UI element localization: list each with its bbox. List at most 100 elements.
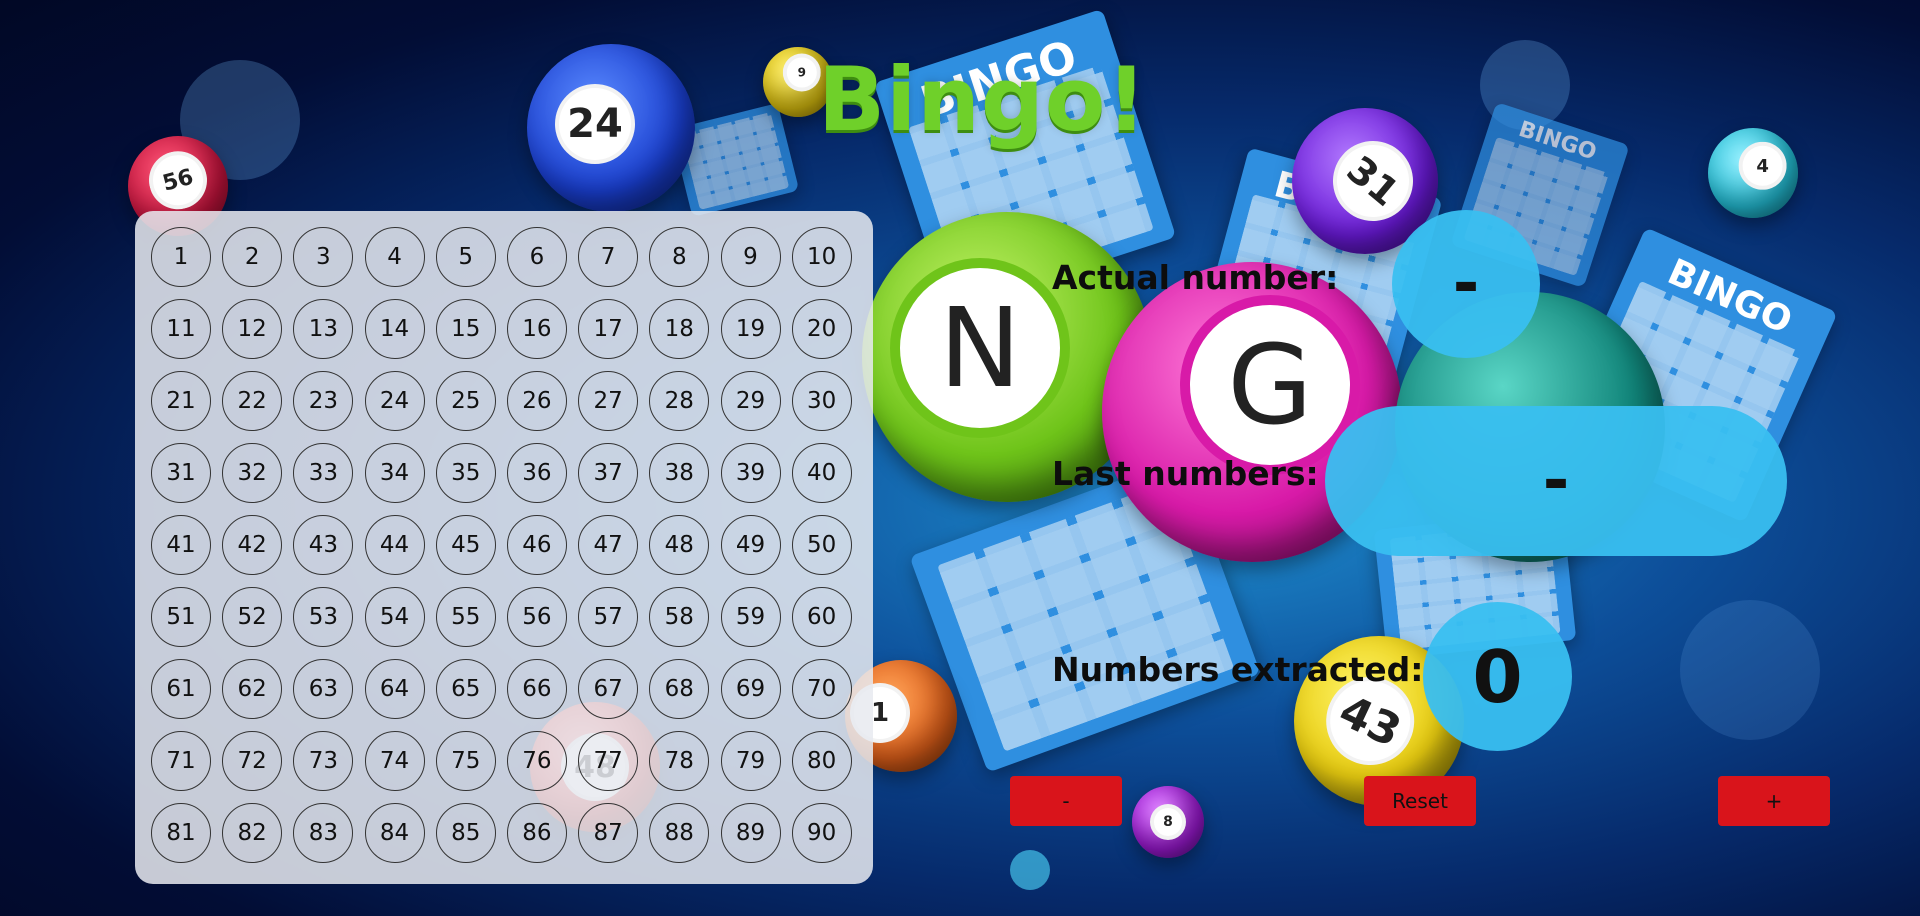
number-cell[interactable]: 36 — [506, 443, 567, 503]
number-cell[interactable]: 33 — [293, 443, 354, 503]
number-cell[interactable]: 84 — [364, 803, 425, 863]
number-cell[interactable]: 24 — [364, 371, 425, 431]
number-cell[interactable]: 31 — [151, 443, 211, 503]
number-cell[interactable]: 10 — [791, 227, 852, 287]
number-cell[interactable]: 53 — [293, 587, 354, 647]
number-cell[interactable]: 14 — [364, 299, 425, 359]
number-cell[interactable]: 87 — [578, 803, 639, 863]
number-cell[interactable]: 21 — [151, 371, 211, 431]
number-cell[interactable]: 62 — [222, 659, 283, 719]
number-cell[interactable]: 38 — [649, 443, 710, 503]
number-cell[interactable]: 56 — [506, 587, 567, 647]
number-cell[interactable]: 67 — [578, 659, 639, 719]
last-numbers-label: Last numbers: — [1052, 454, 1319, 493]
next-button[interactable]: + — [1718, 776, 1830, 826]
number-cell[interactable]: 12 — [222, 299, 283, 359]
number-cell[interactable]: 42 — [222, 515, 283, 575]
number-cell[interactable]: 61 — [151, 659, 211, 719]
number-cell[interactable]: 60 — [791, 587, 852, 647]
number-cell[interactable]: 86 — [506, 803, 567, 863]
number-cell[interactable]: 75 — [435, 731, 496, 791]
number-cell[interactable]: 48 — [649, 515, 710, 575]
number-cell[interactable]: 17 — [578, 299, 639, 359]
number-cell[interactable]: 73 — [293, 731, 354, 791]
number-cell[interactable]: 54 — [364, 587, 425, 647]
number-cell[interactable]: 49 — [720, 515, 781, 575]
number-cell[interactable]: 27 — [578, 371, 639, 431]
number-cell[interactable]: 69 — [720, 659, 781, 719]
number-cell[interactable]: 83 — [293, 803, 354, 863]
number-cell[interactable]: 40 — [791, 443, 852, 503]
number-cell[interactable]: 76 — [506, 731, 567, 791]
number-cell[interactable]: 41 — [151, 515, 211, 575]
number-cell[interactable]: 13 — [293, 299, 354, 359]
number-cell[interactable]: 59 — [720, 587, 781, 647]
number-cell[interactable]: 16 — [506, 299, 567, 359]
number-cell[interactable]: 46 — [506, 515, 567, 575]
number-cell[interactable]: 55 — [435, 587, 496, 647]
number-cell[interactable]: 52 — [222, 587, 283, 647]
number-cell[interactable]: 30 — [791, 371, 852, 431]
number-cell[interactable]: 89 — [720, 803, 781, 863]
number-cell[interactable]: 29 — [720, 371, 781, 431]
number-cell[interactable]: 22 — [222, 371, 283, 431]
number-cell[interactable]: 23 — [293, 371, 354, 431]
bingo-ball-image: 4 — [1708, 128, 1798, 218]
number-cell[interactable]: 68 — [649, 659, 710, 719]
number-cell[interactable]: 80 — [791, 731, 852, 791]
number-cell[interactable]: 4 — [364, 227, 425, 287]
number-cell[interactable]: 34 — [364, 443, 425, 503]
number-cell[interactable]: 78 — [649, 731, 710, 791]
number-cell[interactable]: 7 — [578, 227, 639, 287]
number-cell[interactable]: 58 — [649, 587, 710, 647]
number-cell[interactable]: 25 — [435, 371, 496, 431]
number-cell[interactable]: 5 — [435, 227, 496, 287]
reset-button[interactable]: Reset — [1364, 776, 1476, 826]
number-cell[interactable]: 77 — [578, 731, 639, 791]
number-cell[interactable]: 11 — [151, 299, 211, 359]
number-cell[interactable]: 39 — [720, 443, 781, 503]
number-cell[interactable]: 35 — [435, 443, 496, 503]
number-cell[interactable]: 28 — [649, 371, 710, 431]
number-cell[interactable]: 81 — [151, 803, 211, 863]
number-cell[interactable]: 1 — [151, 227, 211, 287]
number-cell[interactable]: 64 — [364, 659, 425, 719]
number-cell[interactable]: 3 — [293, 227, 354, 287]
number-cell[interactable]: 70 — [791, 659, 852, 719]
number-cell[interactable]: 74 — [364, 731, 425, 791]
number-cell[interactable]: 66 — [506, 659, 567, 719]
bingo-ball-image: 8 — [1132, 786, 1204, 858]
number-cell[interactable]: 37 — [578, 443, 639, 503]
number-cell[interactable]: 8 — [649, 227, 710, 287]
number-cell[interactable]: 88 — [649, 803, 710, 863]
number-cell[interactable]: 45 — [435, 515, 496, 575]
number-cell[interactable]: 63 — [293, 659, 354, 719]
number-cell[interactable]: 44 — [364, 515, 425, 575]
number-cell[interactable]: 50 — [791, 515, 852, 575]
number-cell[interactable]: 9 — [720, 227, 781, 287]
number-cell[interactable]: 47 — [578, 515, 639, 575]
number-cell[interactable]: 51 — [151, 587, 211, 647]
number-cell[interactable]: 19 — [720, 299, 781, 359]
number-cell[interactable]: 6 — [506, 227, 567, 287]
number-cell[interactable]: 72 — [222, 731, 283, 791]
numbers-extracted-display: 0 — [1423, 602, 1572, 751]
number-cell[interactable]: 26 — [506, 371, 567, 431]
number-cell[interactable]: 57 — [578, 587, 639, 647]
actual-number-label: Actual number: — [1052, 258, 1339, 297]
number-cell[interactable]: 18 — [649, 299, 710, 359]
number-cell[interactable]: 71 — [151, 731, 211, 791]
number-cell[interactable]: 65 — [435, 659, 496, 719]
number-board: 1 2 3 4 5 6 7 8 9 10 11 12 13 14 15 16 17 18 19 20 21 22 23 24 2… — [135, 211, 873, 884]
previous-button[interactable]: - — [1010, 776, 1122, 826]
number-cell[interactable]: 32 — [222, 443, 283, 503]
number-cell[interactable]: 2 — [222, 227, 283, 287]
number-cell[interactable]: 79 — [720, 731, 781, 791]
number-cell[interactable]: 15 — [435, 299, 496, 359]
bingo-ball-image: 24 — [527, 44, 695, 212]
number-cell[interactable]: 85 — [435, 803, 496, 863]
number-cell[interactable]: 82 — [222, 803, 283, 863]
number-cell[interactable]: 90 — [791, 803, 852, 863]
number-cell[interactable]: 43 — [293, 515, 354, 575]
number-cell[interactable]: 20 — [791, 299, 852, 359]
